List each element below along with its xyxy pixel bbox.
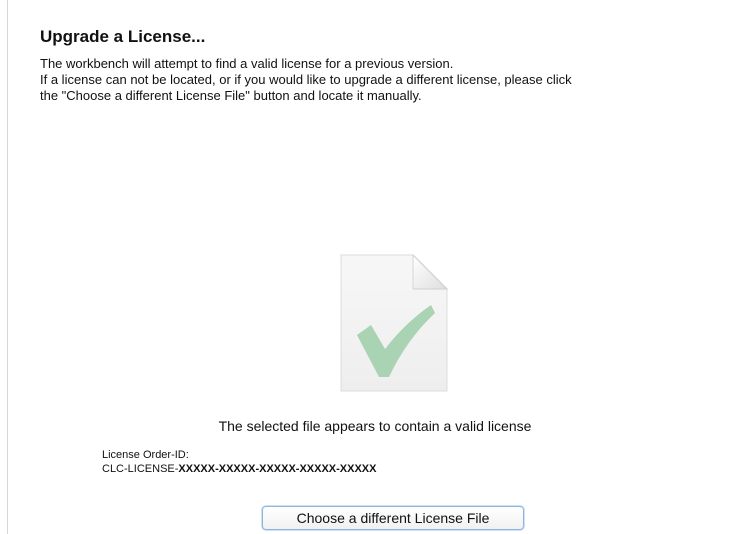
license-order-id-label: License Order-ID: xyxy=(102,449,189,461)
license-prefix: CLC-LICENSE- xyxy=(102,463,179,475)
upgrade-license-panel: Upgrade a License... The workbench will … xyxy=(0,0,750,534)
document-checkmark-icon xyxy=(340,253,449,392)
panel-divider xyxy=(7,0,8,534)
description-line-1: The workbench will attempt to find a val… xyxy=(40,56,454,71)
license-masked-id: XXXXX-XXXXX-XXXXX-XXXXX-XXXXX xyxy=(178,463,377,475)
description-line-2: If a license can not be located, or if y… xyxy=(40,72,572,87)
description-line-3: the "Choose a different License File" bu… xyxy=(40,88,422,103)
description: The workbench will attempt to find a val… xyxy=(40,56,745,104)
page-title: Upgrade a License... xyxy=(40,27,206,46)
choose-license-file-button[interactable]: Choose a different License File xyxy=(262,506,524,530)
license-status-text: The selected file appears to contain a v… xyxy=(218,418,532,434)
license-order-id-value: CLC-LICENSE-XXXXX-XXXXX-XXXXX-XXXXX-XXXX… xyxy=(102,463,376,475)
